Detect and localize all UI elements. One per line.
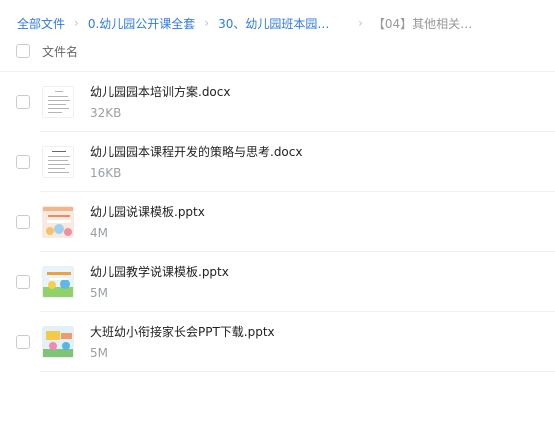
row-divider bbox=[40, 371, 555, 372]
chevron-right-icon: › bbox=[204, 16, 210, 30]
row-checkbox[interactable] bbox=[16, 155, 30, 169]
breadcrumb-item-all-files[interactable]: 全部文件 bbox=[17, 15, 65, 32]
breadcrumb-item-course[interactable]: 30、幼儿园班本园本课程 bbox=[218, 15, 330, 32]
select-all-checkbox[interactable] bbox=[16, 44, 30, 58]
docx-thumbnail-icon bbox=[42, 86, 74, 118]
file-size: 5M bbox=[90, 286, 108, 300]
file-size: 16KB bbox=[90, 166, 122, 180]
row-checkbox[interactable] bbox=[16, 215, 30, 229]
chevron-right-icon: › bbox=[358, 16, 363, 30]
docx-thumbnail-icon bbox=[42, 146, 74, 178]
column-header-filename: 文件名 bbox=[42, 45, 79, 59]
pptx-thumbnail-icon bbox=[42, 326, 74, 358]
file-list-header: 文件名 bbox=[0, 36, 555, 72]
pptx-thumbnail-icon bbox=[42, 206, 74, 238]
file-size: 32KB bbox=[90, 106, 122, 120]
row-checkbox[interactable] bbox=[16, 335, 30, 349]
file-size: 5M bbox=[90, 346, 108, 360]
file-row[interactable]: 幼儿园说课模板.pptx 4M bbox=[0, 192, 555, 252]
file-row[interactable]: 幼儿园园本培训方案.docx 32KB bbox=[0, 72, 555, 132]
file-name[interactable]: 幼儿园园本培训方案.docx bbox=[90, 83, 230, 100]
row-checkbox[interactable] bbox=[16, 95, 30, 109]
breadcrumb: 全部文件 › 0.幼儿园公开课全套 › 30、幼儿园班本园本课程 › 【04】其… bbox=[17, 14, 483, 32]
row-checkbox[interactable] bbox=[16, 275, 30, 289]
breadcrumb-item-current: 【04】其他相关资料 bbox=[372, 16, 483, 31]
file-name[interactable]: 大班幼小衔接家长会PPT下载.pptx bbox=[90, 323, 275, 340]
breadcrumb-item-open-class[interactable]: 0.幼儿园公开课全套 bbox=[88, 15, 195, 32]
file-row[interactable]: 大班幼小衔接家长会PPT下载.pptx 5M bbox=[0, 312, 555, 372]
file-size: 4M bbox=[90, 226, 108, 240]
file-name[interactable]: 幼儿园教学说课模板.pptx bbox=[90, 263, 229, 280]
file-row[interactable]: 幼儿园园本课程开发的策略与思考.docx 16KB bbox=[0, 132, 555, 192]
file-name[interactable]: 幼儿园园本课程开发的策略与思考.docx bbox=[90, 143, 302, 160]
file-row[interactable]: 幼儿园教学说课模板.pptx 5M bbox=[0, 252, 555, 312]
pptx-thumbnail-icon bbox=[42, 266, 74, 298]
chevron-right-icon: › bbox=[74, 16, 79, 30]
file-name[interactable]: 幼儿园说课模板.pptx bbox=[90, 203, 205, 220]
